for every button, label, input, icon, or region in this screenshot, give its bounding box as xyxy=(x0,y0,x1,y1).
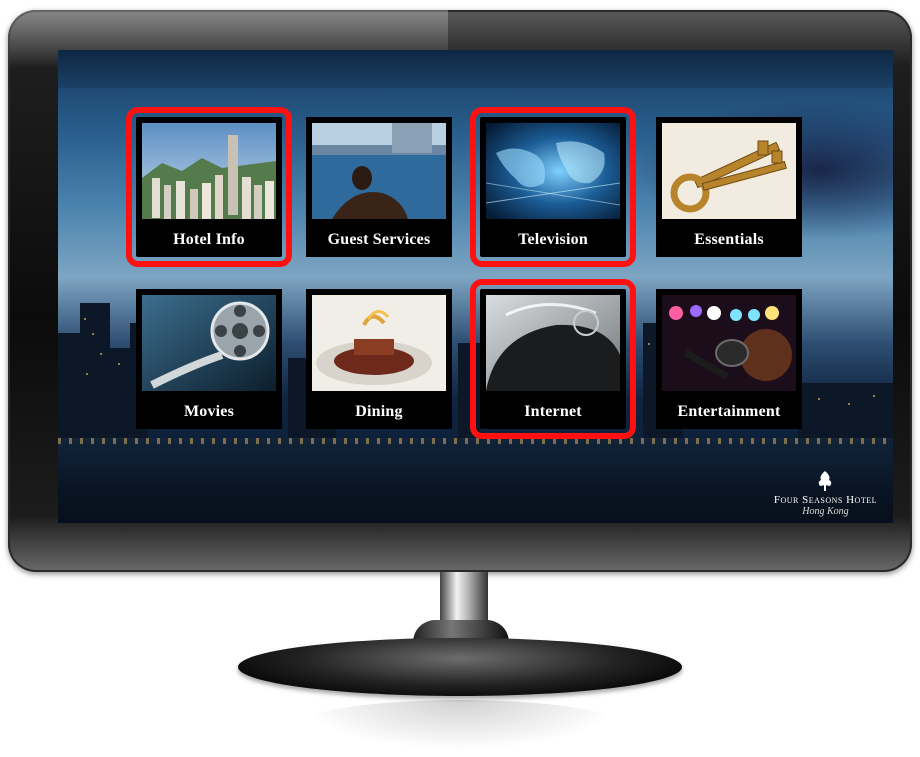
essentials-image xyxy=(662,123,796,219)
stand-shadow xyxy=(300,700,620,750)
four-seasons-logo: Four Seasons Hotel Hong Kong xyxy=(774,470,877,517)
tile-entertainment[interactable]: Entertainment xyxy=(656,289,802,429)
tile-label: Internet xyxy=(524,403,582,420)
tile-internet[interactable]: Internet xyxy=(470,279,636,439)
monitor-stand-base xyxy=(238,638,682,696)
tile-label: Hotel Info xyxy=(173,231,245,248)
logo-name: Four Seasons Hotel xyxy=(773,494,877,506)
tile-label: Entertainment xyxy=(677,403,781,420)
tile-essentials[interactable]: Essentials xyxy=(656,117,802,257)
tv-screen: Hotel Info Guest Services Television Ess… xyxy=(58,50,893,523)
tile-guest-services[interactable]: Guest Services xyxy=(306,117,452,257)
top-bar xyxy=(58,50,893,88)
tile-television[interactable]: Television xyxy=(470,107,636,267)
tile-label: Television xyxy=(518,231,588,248)
internet-image xyxy=(486,295,620,391)
tree-icon xyxy=(819,471,832,491)
dining-image xyxy=(312,295,446,391)
entertainment-image xyxy=(662,295,796,391)
tile-label: Movies xyxy=(183,403,235,420)
tile-label: Dining xyxy=(355,403,403,420)
tile-label: Essentials xyxy=(694,231,764,248)
logo-city: Hong Kong xyxy=(802,506,849,517)
television-image xyxy=(486,123,620,219)
tile-label: Guest Services xyxy=(327,231,431,248)
harbour-water xyxy=(58,438,893,523)
movies-image xyxy=(142,295,276,391)
monitor-frame: Hotel Info Guest Services Television Ess… xyxy=(8,10,912,572)
guest-services-image xyxy=(312,123,446,219)
tile-dining[interactable]: Dining xyxy=(306,289,452,429)
tile-movies[interactable]: Movies xyxy=(136,289,282,429)
hotel-info-image xyxy=(142,123,276,219)
tile-hotel-info[interactable]: Hotel Info xyxy=(126,107,292,267)
